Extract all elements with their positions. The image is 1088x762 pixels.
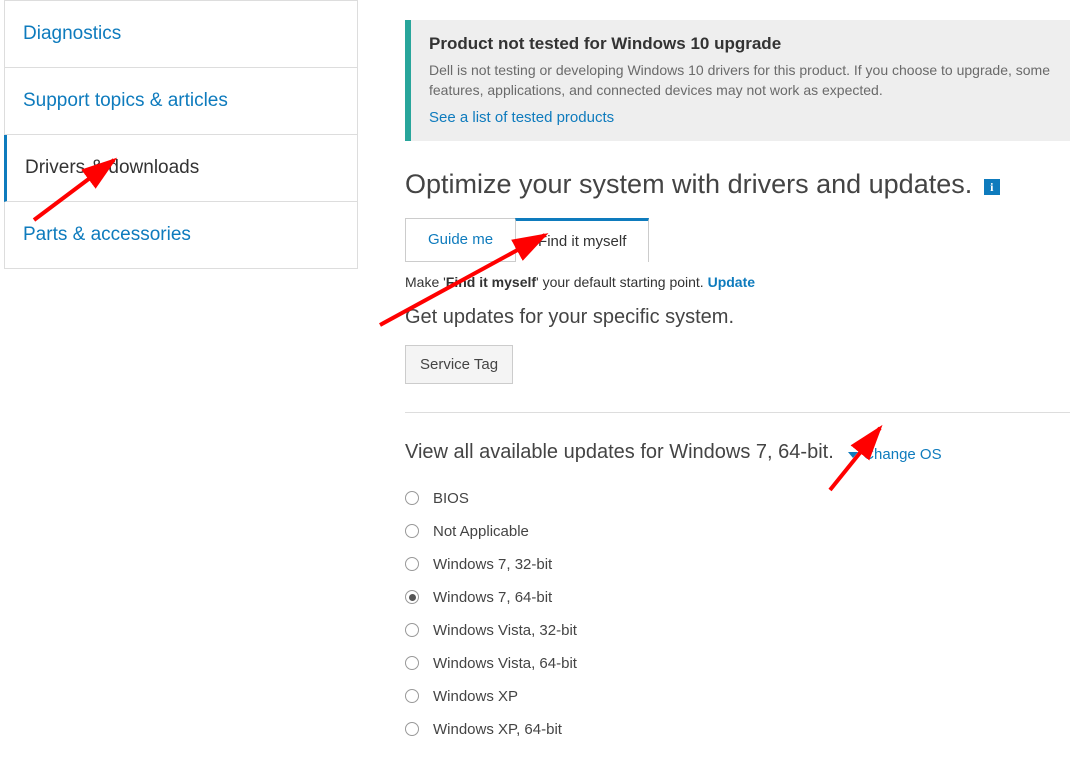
sidebar-item-support-topics[interactable]: Support topics & articles xyxy=(4,68,358,135)
os-option-label: Windows 7, 32-bit xyxy=(433,556,552,573)
sidebar: Diagnostics Support topics & articles Dr… xyxy=(4,0,358,269)
tab-label: Guide me xyxy=(428,231,493,248)
divider xyxy=(405,412,1070,413)
os-option-win7-64[interactable]: Windows 7, 64-bit xyxy=(405,589,1070,606)
sidebar-item-label: Parts & accessories xyxy=(23,224,191,245)
view-updates-row: View all available updates for Windows 7… xyxy=(405,441,1070,464)
alert-body: Dell is not testing or developing Window… xyxy=(429,60,1052,101)
main-content: Product not tested for Windows 10 upgrad… xyxy=(405,20,1070,754)
os-option-label: Windows Vista, 32-bit xyxy=(433,622,577,639)
os-option-label: Windows Vista, 64-bit xyxy=(433,655,577,672)
os-option-label: Windows XP xyxy=(433,688,518,705)
os-option-label: Windows XP, 64-bit xyxy=(433,721,562,738)
tab-label: Find it myself xyxy=(538,233,626,250)
sidebar-item-label: Support topics & articles xyxy=(23,90,228,111)
os-option-label: Not Applicable xyxy=(433,523,529,540)
sidebar-item-diagnostics[interactable]: Diagnostics xyxy=(4,0,358,68)
page-heading-text: Optimize your system with drivers and up… xyxy=(405,169,972,199)
os-option-vista-64[interactable]: Windows Vista, 64-bit xyxy=(405,655,1070,672)
service-tag-button[interactable]: Service Tag xyxy=(405,345,513,384)
os-option-list: BIOS Not Applicable Windows 7, 32-bit Wi… xyxy=(405,490,1070,738)
radio-icon-checked xyxy=(405,590,419,604)
view-heading: View all available updates for Windows 7… xyxy=(405,441,834,463)
default-line-bold: Find it myself xyxy=(446,274,536,290)
tabs: Guide me Find it myself xyxy=(405,218,1070,262)
tab-guide-me[interactable]: Guide me xyxy=(405,218,516,262)
change-os-label: Change OS xyxy=(863,446,941,463)
radio-icon xyxy=(405,722,419,736)
sidebar-item-drivers-downloads[interactable]: Drivers & downloads xyxy=(4,135,358,202)
default-starting-point-line: Make 'Find it myself' your default start… xyxy=(405,274,1070,290)
sub-heading-get-updates: Get updates for your specific system. xyxy=(405,306,1070,329)
default-line-suffix: ' your default starting point. xyxy=(536,274,708,290)
info-icon[interactable]: i xyxy=(984,179,1000,195)
os-option-win7-32[interactable]: Windows 7, 32-bit xyxy=(405,556,1070,573)
os-option-label: Windows 7, 64-bit xyxy=(433,589,552,606)
alert-link-tested-products[interactable]: See a list of tested products xyxy=(429,109,614,126)
os-option-bios[interactable]: BIOS xyxy=(405,490,1070,507)
update-link[interactable]: Update xyxy=(708,274,755,290)
change-os-link[interactable]: Change OS xyxy=(848,446,941,463)
os-option-not-applicable[interactable]: Not Applicable xyxy=(405,523,1070,540)
radio-icon xyxy=(405,623,419,637)
radio-icon xyxy=(405,491,419,505)
sidebar-item-label: Diagnostics xyxy=(23,23,121,44)
page-heading: Optimize your system with drivers and up… xyxy=(405,169,1070,200)
radio-icon xyxy=(405,557,419,571)
os-option-xp-64[interactable]: Windows XP, 64-bit xyxy=(405,721,1070,738)
os-option-label: BIOS xyxy=(433,490,469,507)
service-tag-label: Service Tag xyxy=(420,356,498,373)
sidebar-item-parts-accessories[interactable]: Parts & accessories xyxy=(4,202,358,269)
caret-down-icon xyxy=(848,452,858,458)
tab-find-it-myself[interactable]: Find it myself xyxy=(515,218,649,262)
radio-icon xyxy=(405,689,419,703)
radio-icon xyxy=(405,524,419,538)
os-option-vista-32[interactable]: Windows Vista, 32-bit xyxy=(405,622,1070,639)
sidebar-item-label: Drivers & downloads xyxy=(25,157,199,178)
alert-box: Product not tested for Windows 10 upgrad… xyxy=(405,20,1070,141)
os-option-xp[interactable]: Windows XP xyxy=(405,688,1070,705)
default-line-prefix: Make ' xyxy=(405,274,446,290)
radio-icon xyxy=(405,656,419,670)
alert-title: Product not tested for Windows 10 upgrad… xyxy=(429,34,1052,54)
